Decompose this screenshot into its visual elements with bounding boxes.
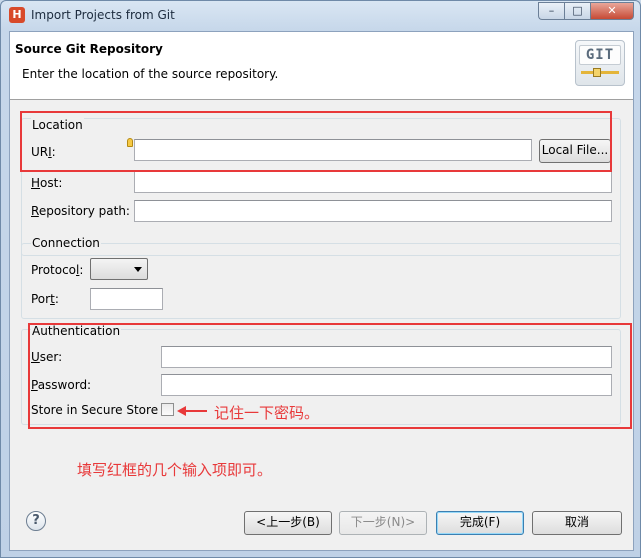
title-bar[interactable]: H Import Projects from Git – □ ✕ [1,1,640,31]
page-title: Source Git Repository [15,42,163,56]
annotation-box-location [20,111,612,172]
repository-path-input[interactable] [134,200,612,222]
connection-legend: Connection [31,236,101,250]
protocol-dropdown[interactable] [90,258,148,280]
dropdown-arrow-icon [134,267,142,272]
finish-button[interactable]: 完成(F) [436,511,524,535]
host-input[interactable] [134,171,612,193]
help-icon[interactable]: ? [26,511,46,531]
host-label: Host: [31,176,63,190]
repository-path-label: Repository path: [31,204,130,218]
git-logo-icon: GIT [575,40,625,86]
back-button[interactable]: <上一步(B) [244,511,332,535]
port-input[interactable] [90,288,163,310]
annotation-checkbox-note: 记住一下密码。 [214,404,320,422]
cancel-button[interactable]: 取消 [532,511,622,535]
next-button[interactable]: 下一步(N)> [339,511,427,535]
annotation-box-authentication [28,323,632,429]
window-controls: – □ ✕ [538,2,634,22]
wizard-header: Source Git Repository Enter the location… [10,32,633,100]
page-description: Enter the location of the source reposit… [22,67,279,81]
git-logo-knob [593,68,601,77]
annotation-arrow-line [184,410,207,412]
maximize-button[interactable]: □ [564,2,590,20]
protocol-label: Protocol: [31,263,84,277]
git-logo-text: GIT [579,45,621,65]
port-label: Port: [31,292,59,306]
app-logo-icon: H [9,7,25,23]
import-dialog-window: H Import Projects from Git – □ ✕ Source … [0,0,641,558]
window-title: Import Projects from Git [31,8,175,22]
minimize-button[interactable]: – [538,2,564,20]
close-button[interactable]: ✕ [590,2,634,20]
annotation-main-note: 填写红框的几个输入项即可。 [77,461,273,479]
dialog-body: Source Git Repository Enter the location… [9,31,634,551]
